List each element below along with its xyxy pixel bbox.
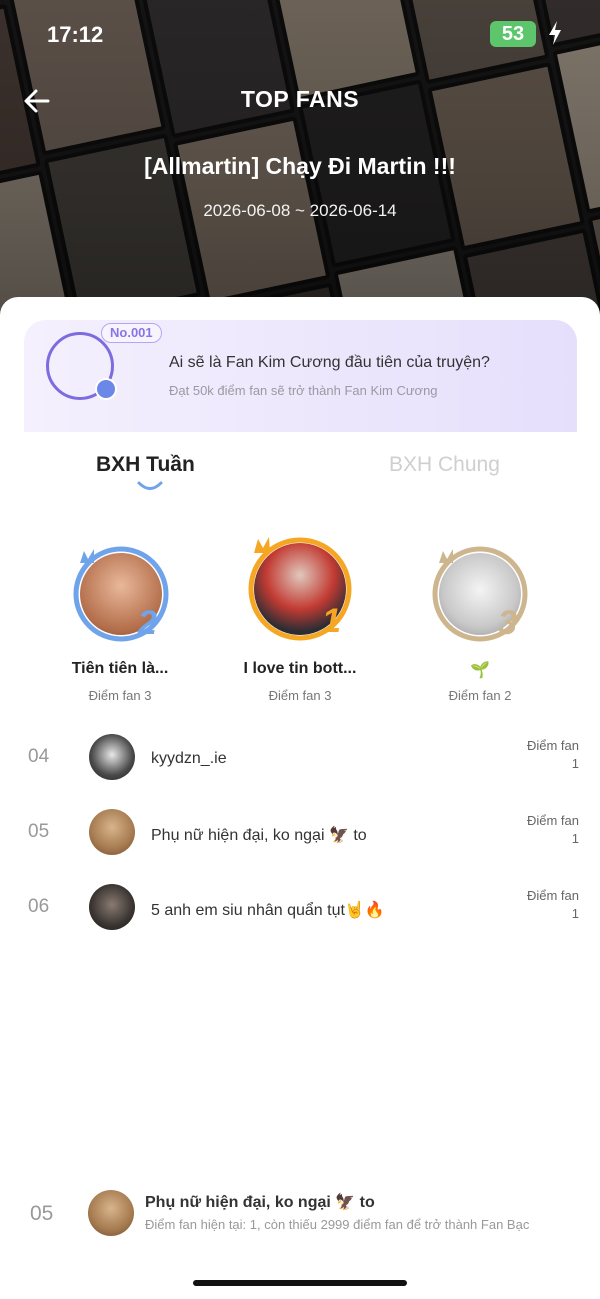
rank-number: 05 — [28, 821, 50, 842]
active-tab-indicator — [137, 481, 163, 490]
rank-number: 04 — [28, 746, 50, 767]
my-avatar — [88, 1190, 134, 1236]
rank-number: 3 — [498, 604, 517, 642]
list-item[interactable]: 06 5 anh em siu nhân quẩn tụt🤘🔥 Điểm fan… — [0, 874, 600, 944]
tab-weekly-ranking[interactable]: BXH Tuần — [96, 453, 195, 477]
list-item[interactable]: 04 kyydzn_.ie Điểm fan 1 — [0, 724, 600, 794]
my-name: Phụ nữ hiện đại, ko ngại 🦅 to — [145, 1194, 375, 1211]
diamond-icon — [95, 378, 117, 400]
my-rank-bar[interactable]: 05 Phụ nữ hiện đại, ko ngại 🦅 to Điểm fa… — [0, 1182, 600, 1248]
rank-badge: No.001 — [101, 323, 162, 343]
battery-indicator: 53 — [490, 21, 536, 47]
fan-score: Điểm fan 3 — [88, 688, 152, 703]
fan-name: 🌱 — [470, 662, 490, 679]
fan-name: I love tin bott... — [243, 660, 357, 677]
page-title: TOP FANS — [240, 86, 360, 112]
fan-name: Phụ nữ hiện đại, ko ngại 🦅 to — [151, 827, 367, 844]
fan-score: Điểm fan 2 — [448, 688, 512, 703]
status-time: 17:12 — [47, 22, 104, 47]
my-progress-text: Điểm fan hiện tại: 1, còn thiếu 2999 điể… — [145, 1217, 530, 1232]
fan-name: Tiên tiên là... — [71, 660, 169, 677]
diamond-fan-promo[interactable]: No.001 Ai sẽ là Fan Kim Cương đầu tiên c… — [24, 320, 577, 432]
content-sheet — [0, 297, 600, 1299]
score-label: Điểm fan — [526, 738, 579, 753]
my-rank-number: 05 — [30, 1202, 54, 1225]
avatar — [89, 884, 135, 930]
promo-title: Ai sẽ là Fan Kim Cương đầu tiên của truy… — [169, 354, 490, 371]
home-indicator — [193, 1280, 407, 1286]
tab-overall-ranking[interactable]: BXH Chung — [389, 453, 500, 477]
avatar — [89, 809, 135, 855]
fan-name: kyydzn_.ie — [151, 750, 227, 767]
rank-number: 06 — [28, 896, 50, 917]
list-item[interactable]: 05 Phụ nữ hiện đại, ko ngại 🦅 to Điểm fa… — [0, 799, 600, 869]
avatar — [89, 734, 135, 780]
score-label: Điểm fan — [526, 813, 579, 828]
comic-title: [Allmartin] Chạy Đi Martin !!! — [144, 153, 456, 179]
fan-name: 5 anh em siu nhân quẩn tụt🤘🔥 — [151, 902, 385, 919]
score-label: Điểm fan — [526, 888, 579, 903]
score-value: 1 — [571, 756, 579, 771]
fan-score: Điểm fan 3 — [268, 688, 332, 703]
charging-icon — [549, 21, 561, 45]
score-value: 1 — [571, 831, 579, 846]
promo-subtitle: Đạt 50k điểm fan sẽ trở thành Fan Kim Cư… — [169, 383, 438, 398]
rank-number: 2 — [138, 604, 157, 642]
date-range: 2026-06-08 ~ 2026-06-14 — [203, 201, 397, 220]
score-value: 1 — [571, 906, 579, 921]
rank-number: 1 — [322, 602, 341, 640]
